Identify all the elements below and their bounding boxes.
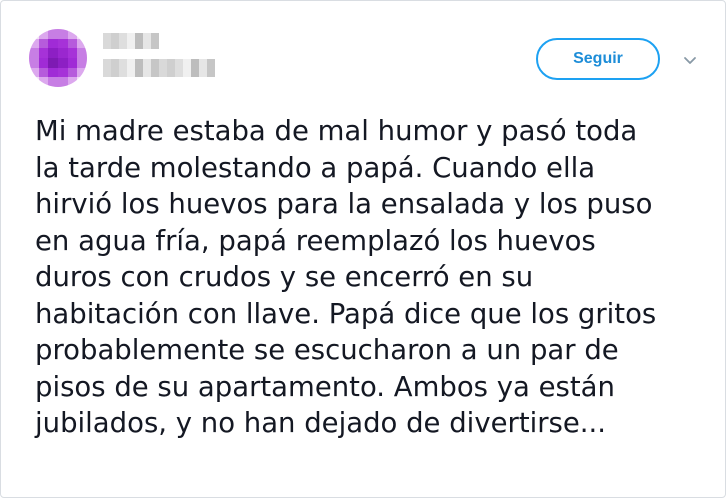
- follow-button[interactable]: Seguir: [536, 38, 660, 80]
- tweet-line: duros con crudos y se encerró en su: [35, 261, 534, 293]
- tweet-line: pisos de su apartamento. Ambos ya están: [35, 370, 615, 403]
- author-name-redacted[interactable]: [103, 33, 159, 49]
- avatar[interactable]: [29, 29, 87, 87]
- tweet-line: probablemente se escucharon a un par de: [35, 334, 619, 366]
- chevron-down-icon[interactable]: [681, 51, 699, 69]
- tweet-line: Mi madre estaba de mal humor y pasó toda: [35, 115, 638, 147]
- follow-button-label: Seguir: [573, 50, 623, 67]
- tweet-line: en agua fría, papá reemplazó los huevos: [35, 224, 596, 257]
- author-handle-redacted[interactable]: [103, 59, 215, 77]
- tweet-line: habitación con llave. Papá dice que los …: [35, 297, 657, 330]
- tweet-line: hirvió los huevos para la ensalada y los…: [35, 188, 653, 220]
- tweet-line: jubilados, y no han dejado de divertirse…: [35, 407, 607, 439]
- tweet-line: la tarde molestando a papá. Cuando ella: [35, 151, 596, 184]
- tweet-card: Seguir Mi madre estaba de mal humor y pa…: [0, 0, 726, 498]
- tweet-text: Mi madre estaba de mal humor y pasó toda…: [35, 113, 711, 442]
